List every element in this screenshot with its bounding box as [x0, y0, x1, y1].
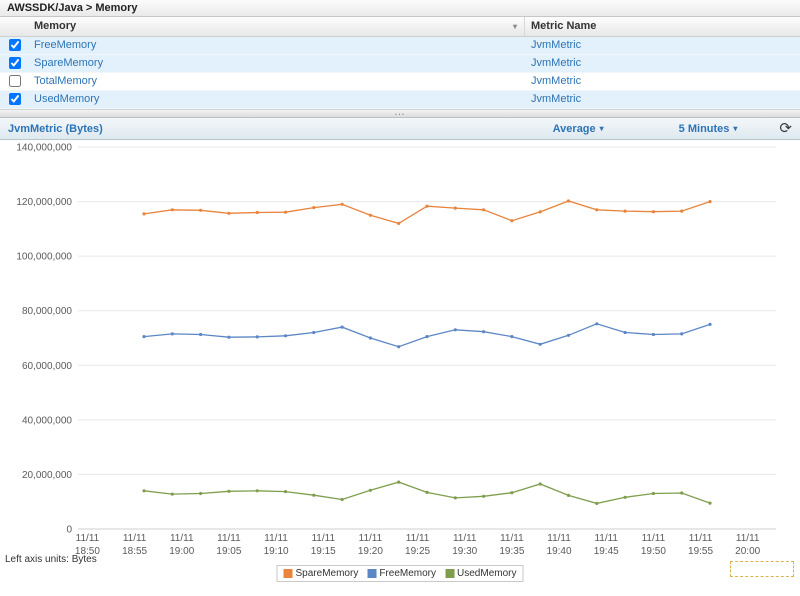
chart-canvas: 0 20,000,000 40,000,000 60,000,000 80,000,00… — [0, 140, 800, 596]
svg-text:11/11: 11/11 — [123, 533, 147, 544]
legend-swatch-icon — [284, 569, 293, 578]
svg-text:11/11: 11/11 — [500, 533, 524, 544]
svg-text:11/11: 11/11 — [453, 533, 477, 544]
svg-text:18:55: 18:55 — [122, 546, 147, 557]
row-checkbox[interactable] — [9, 57, 21, 69]
svg-text:11/11: 11/11 — [547, 533, 571, 544]
legend-swatch-icon — [367, 569, 376, 578]
svg-text:19:20: 19:20 — [358, 546, 383, 557]
svg-text:19:50: 19:50 — [641, 546, 666, 557]
chevron-down-icon: ▾ — [733, 124, 737, 133]
table-row[interactable]: SpareMemory JvmMetric — [0, 55, 800, 73]
legend-item: UsedMemory — [445, 568, 516, 579]
svg-text:11/11: 11/11 — [359, 533, 383, 544]
svg-text:80,000,000: 80,000,000 — [22, 306, 72, 317]
svg-text:11/11: 11/11 — [736, 533, 760, 544]
svg-text:19:35: 19:35 — [499, 546, 524, 557]
row-checkbox[interactable] — [9, 93, 21, 105]
svg-text:19:55: 19:55 — [688, 546, 713, 557]
period-value: 5 Minutes — [679, 123, 730, 135]
table-row[interactable]: FreeMemory JvmMetric — [0, 37, 800, 55]
svg-text:11/11: 11/11 — [406, 533, 430, 544]
metric-link[interactable]: SpareMemory — [34, 55, 103, 72]
svg-text:11/11: 11/11 — [217, 533, 241, 544]
period-dropdown[interactable]: 5 Minutes▾ — [679, 123, 738, 135]
resize-handle[interactable]: … — [0, 109, 800, 118]
svg-text:19:30: 19:30 — [452, 546, 477, 557]
svg-text:40,000,000: 40,000,000 — [22, 415, 72, 426]
metric-link[interactable]: TotalMemory — [34, 73, 97, 90]
metric-name-link[interactable]: JvmMetric — [531, 75, 581, 87]
svg-text:19:00: 19:00 — [169, 546, 194, 557]
chart-panel-header: JvmMetric (Bytes) Average▾ 5 Minutes▾ ⟳ — [0, 118, 800, 140]
svg-text:20,000,000: 20,000,000 — [22, 470, 72, 481]
svg-text:11/11: 11/11 — [594, 533, 618, 544]
legend-label: FreeMemory — [379, 568, 436, 579]
svg-text:120,000,000: 120,000,000 — [16, 197, 72, 208]
legend-swatch-icon — [445, 569, 454, 578]
svg-text:11/11: 11/11 — [311, 533, 335, 544]
legend-item: SpareMemory — [284, 568, 359, 579]
memory-column-label: Memory — [34, 17, 76, 36]
metric-name-link[interactable]: JvmMetric — [531, 93, 581, 105]
svg-text:19:25: 19:25 — [405, 546, 430, 557]
table-row[interactable]: TotalMemory JvmMetric — [0, 73, 800, 91]
legend-label: SpareMemory — [296, 568, 359, 579]
table-header: Memory ▾ Metric Name — [0, 17, 800, 37]
metric-link[interactable]: FreeMemory — [34, 37, 96, 54]
chart-area: 0 20,000,000 40,000,000 60,000,000 80,000,00… — [0, 140, 800, 596]
svg-text:11/11: 11/11 — [264, 533, 288, 544]
svg-text:19:40: 19:40 — [547, 546, 572, 557]
svg-text:19:10: 19:10 — [264, 546, 289, 557]
row-checkbox[interactable] — [9, 39, 21, 51]
chart-legend: SpareMemory FreeMemory UsedMemory — [277, 565, 524, 582]
breadcrumb: AWSSDK/Java > Memory — [0, 0, 800, 17]
svg-text:20:00: 20:00 — [735, 546, 760, 557]
metric-name-column-header[interactable]: Metric Name — [525, 17, 800, 36]
row-checkbox[interactable] — [9, 75, 21, 87]
sort-caret-icon[interactable]: ▾ — [513, 17, 524, 36]
chart-title: JvmMetric (Bytes) — [8, 123, 103, 135]
refresh-icon[interactable]: ⟳ — [779, 121, 792, 136]
metrics-table: Memory ▾ Metric Name FreeMemory JvmMetri… — [0, 17, 800, 109]
svg-text:11/11: 11/11 — [170, 533, 194, 544]
memory-column-header[interactable]: Memory ▾ — [30, 17, 525, 36]
metric-name-link[interactable]: JvmMetric — [531, 39, 581, 51]
grip-dots-icon: … — [394, 106, 406, 118]
svg-text:11/11: 11/11 — [689, 533, 713, 544]
svg-text:0: 0 — [66, 525, 72, 536]
svg-text:19:05: 19:05 — [216, 546, 241, 557]
svg-text:140,000,000: 140,000,000 — [16, 143, 72, 154]
svg-text:11/11: 11/11 — [642, 533, 666, 544]
legend-item: FreeMemory — [367, 568, 436, 579]
selection-box — [730, 561, 794, 577]
statistic-dropdown[interactable]: Average ▾ — [553, 123, 604, 135]
svg-text:60,000,000: 60,000,000 — [22, 361, 72, 372]
svg-text:100,000,000: 100,000,000 — [16, 252, 72, 263]
svg-text:19:15: 19:15 — [311, 546, 336, 557]
checkbox-column-header — [0, 17, 30, 36]
metric-link[interactable]: UsedMemory — [34, 91, 99, 108]
statistic-value: Average — [553, 123, 596, 135]
left-axis-units: Left axis units: Bytes — [5, 554, 97, 565]
svg-text:11/11: 11/11 — [76, 533, 100, 544]
metric-name-link[interactable]: JvmMetric — [531, 57, 581, 69]
chevron-down-icon: ▾ — [600, 124, 604, 133]
legend-label: UsedMemory — [457, 568, 516, 579]
svg-text:19:45: 19:45 — [594, 546, 619, 557]
